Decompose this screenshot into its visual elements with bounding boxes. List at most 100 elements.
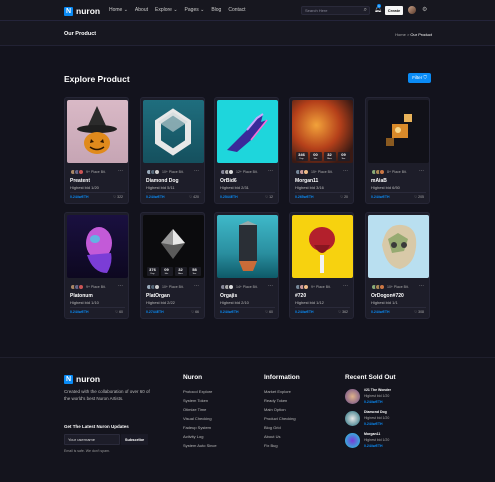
place-bid-count: 15+ Place Bit. [311, 170, 333, 174]
product-card[interactable]: 376 Day 09 Hrs 32 Mins 58 Sec 10+ Place Bit.… [140, 212, 205, 319]
footer-link[interactable]: Fadeup System [183, 425, 211, 430]
product-image[interactable]: 376 Day 09 Hrs 32 Mins 58 Sec [143, 215, 204, 278]
nav-about[interactable]: About [135, 7, 148, 13]
search-input[interactable]: Search Here ⌕ [301, 6, 370, 15]
notification-bell-icon[interactable]: 🔔︎ 1 [374, 4, 382, 13]
product-image[interactable] [368, 215, 429, 278]
section-title: Explore Product [64, 74, 130, 84]
product-card[interactable]: 12+ Place Bit. ⋯ OrBid6 Highest bid 2/31… [214, 97, 279, 204]
footer-logo[interactable]: N nuron [64, 374, 100, 384]
more-options-icon[interactable]: ⋯ [268, 168, 273, 174]
product-name[interactable]: Preatent [70, 178, 90, 184]
footer-link[interactable]: Visual Checking [183, 416, 212, 421]
product-price: 0.244wETH [371, 195, 390, 199]
product-card[interactable]: 9+ Place Bit. ⋯ #720 Highest bid 1/12 0.… [289, 212, 354, 319]
footer-link[interactable]: Blog Grid [264, 425, 281, 430]
product-name[interactable]: PlatOrgan [146, 293, 170, 299]
product-name[interactable]: Platonum [70, 293, 93, 299]
like-count[interactable]: ♡ 420 [189, 195, 199, 199]
nav-home[interactable]: Home ⌄ [109, 7, 128, 13]
product-card[interactable]: 10+ Place Bit. ⋯ OrDogon#720 Highest bid… [365, 212, 430, 319]
product-image[interactable] [368, 100, 429, 163]
footer-link[interactable]: Product Checking [264, 416, 296, 421]
product-name[interactable]: #720 [295, 293, 306, 299]
sold-item-name[interactable]: Diamond Dog [364, 410, 387, 414]
sold-item-name[interactable]: Morgan11 [364, 432, 380, 436]
sold-item-thumb[interactable] [345, 411, 360, 426]
settings-gear-icon[interactable]: ⚙ [422, 6, 427, 13]
owner-avatars [70, 284, 84, 290]
user-avatar[interactable] [408, 6, 416, 14]
countdown-timer: 346 Day 00 Hrs 32 Mins 09 Sec [292, 152, 353, 161]
product-name[interactable]: mAiaB [371, 178, 387, 184]
footer-link[interactable]: About Us [264, 434, 280, 439]
more-options-icon[interactable]: ⋯ [419, 168, 424, 174]
product-image[interactable] [67, 215, 128, 278]
product-name[interactable]: OrDogon#720 [371, 293, 404, 299]
filter-button[interactable]: Filter ⛉ [408, 73, 431, 83]
product-image[interactable]: 346 Day 00 Hrs 32 Mins 09 Sec [292, 100, 353, 163]
like-count[interactable]: ♡ 60 [265, 310, 273, 314]
countdown-hours: 09 Hrs [160, 267, 173, 276]
like-count[interactable]: ♡ 205 [414, 195, 424, 199]
more-options-icon[interactable]: ⋯ [343, 283, 348, 289]
sold-item-name[interactable]: #21 The Wonder [364, 388, 391, 392]
product-card[interactable]: 10+ Place Bit. ⋯ Diamond Dog Highest bid… [140, 97, 205, 204]
newsletter-title: Get The Latest Nuron Updates [64, 424, 129, 429]
product-name[interactable]: Morgan11 [295, 178, 318, 184]
footer-link[interactable]: System Token [183, 398, 208, 403]
footer-link[interactable]: Ready Token [264, 398, 287, 403]
product-card[interactable]: 9+ Place Bit. ⋯ Platonum Highest bid 1/1… [64, 212, 129, 319]
email-field[interactable]: Your username [64, 434, 120, 445]
footer-link[interactable]: Activity Log [183, 434, 203, 439]
product-card[interactable]: 346 Day 00 Hrs 32 Mins 09 Sec 15+ Place Bit.… [289, 97, 354, 204]
more-options-icon[interactable]: ⋯ [118, 283, 123, 289]
product-image[interactable] [217, 100, 278, 163]
product-price: 0.2544ETH [220, 195, 238, 199]
footer-link[interactable]: Market Explore [264, 389, 291, 394]
more-options-icon[interactable]: ⋯ [268, 283, 273, 289]
product-image[interactable] [67, 100, 128, 163]
sold-item-thumb[interactable] [345, 389, 360, 404]
nav-pages[interactable]: Pages ⌄ [185, 7, 205, 13]
more-options-icon[interactable]: ⋯ [194, 168, 199, 174]
product-image[interactable] [217, 215, 278, 278]
sold-item-thumb[interactable] [345, 433, 360, 448]
nav-explore[interactable]: Explore ⌄ [155, 7, 178, 13]
product-name[interactable]: Orgajis [220, 293, 237, 299]
search-icon[interactable]: ⌕ [364, 7, 367, 14]
card-divider [146, 307, 201, 308]
more-options-icon[interactable]: ⋯ [194, 283, 199, 289]
footer-link[interactable]: Protocol Explore [183, 389, 212, 394]
nav-contact[interactable]: Contact [228, 7, 245, 13]
highest-bid: Highest bid 1/10 [70, 300, 99, 305]
like-count[interactable]: ♡ 66 [191, 310, 199, 314]
more-options-icon[interactable]: ⋯ [118, 168, 123, 174]
more-options-icon[interactable]: ⋯ [419, 283, 424, 289]
breadcrumb-home[interactable]: Home [395, 32, 406, 37]
product-card[interactable]: 14+ Place Bit. ⋯ Orgajis Highest bid 2/1… [214, 212, 279, 319]
brand-logo[interactable]: N nuron [64, 6, 100, 16]
product-image[interactable] [292, 215, 353, 278]
subscribe-button[interactable]: Subscribe [121, 434, 148, 445]
like-count[interactable]: ♡ 20 [340, 195, 348, 199]
product-name[interactable]: OrBid6 [220, 178, 237, 184]
like-count[interactable]: ♡ 308 [414, 310, 424, 314]
more-options-icon[interactable]: ⋯ [343, 168, 348, 174]
create-button[interactable]: Create [385, 6, 403, 15]
footer-link[interactable]: System Auto Since [183, 443, 217, 448]
product-card[interactable]: 8+ Place Bit. ⋯ mAiaB Highest bid 6/50 0… [365, 97, 430, 204]
product-name[interactable]: Diamond Dog [146, 178, 179, 184]
footer-link[interactable]: Fix Bug [264, 443, 278, 448]
like-count[interactable]: ♡ 60 [115, 310, 123, 314]
footer-link[interactable]: Main Option [264, 407, 286, 412]
like-count[interactable]: ♡ 362 [338, 310, 348, 314]
product-image[interactable] [143, 100, 204, 163]
nav-blog[interactable]: Blog [211, 7, 221, 13]
like-count[interactable]: ♡ 12 [265, 195, 273, 199]
footer-link[interactable]: Otimize Time [183, 407, 206, 412]
owner-avatars [146, 169, 160, 175]
product-price: 0.244wETH [371, 310, 390, 314]
product-card[interactable]: 9+ Place Bit. ⋯ Preatent Highest bid 1/2… [64, 97, 129, 204]
like-count[interactable]: ♡ 322 [113, 195, 123, 199]
